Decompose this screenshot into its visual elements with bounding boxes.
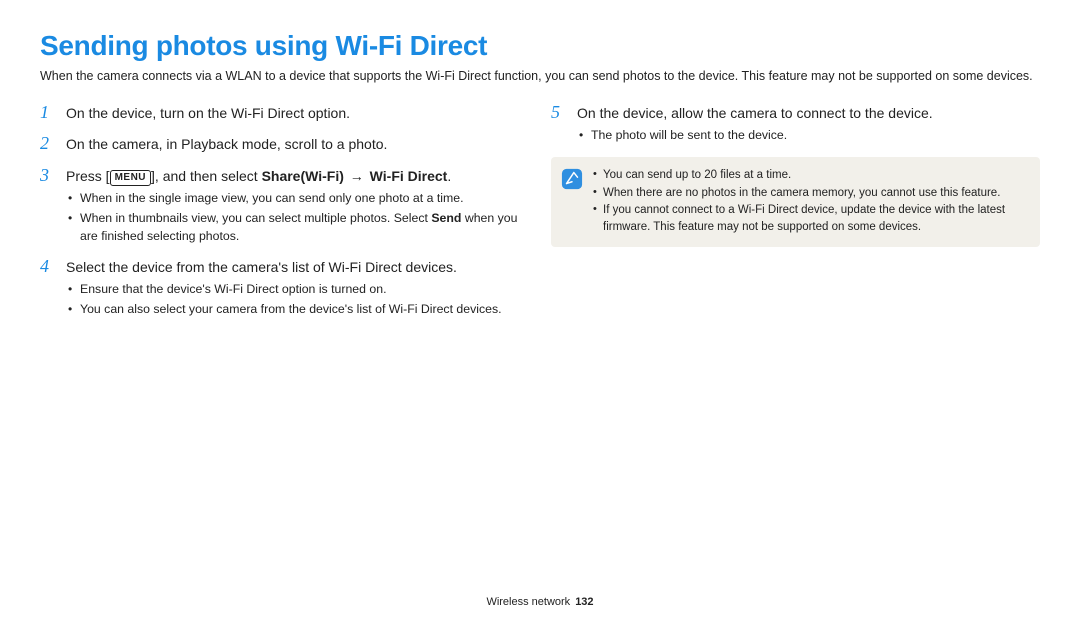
step-number: 5 xyxy=(551,102,567,123)
step-text: On the device, turn on the Wi-Fi Direct … xyxy=(66,104,350,124)
text-fragment: When in thumbnails view, you can select … xyxy=(80,211,431,225)
step-text: Press [MENU], and then select Share(Wi-F… xyxy=(66,167,451,187)
page-title: Sending photos using Wi-Fi Direct xyxy=(40,30,1040,62)
step-text: Select the device from the camera's list… xyxy=(66,258,457,278)
note-list: You can send up to 20 files at a time. W… xyxy=(593,167,1028,237)
list-item: The photo will be sent to the device. xyxy=(579,127,1040,145)
text-fragment: ], and then select xyxy=(151,168,262,184)
note-box: You can send up to 20 files at a time. W… xyxy=(551,157,1040,247)
step-sub-list: The photo will be sent to the device. xyxy=(579,127,1040,145)
bold-text: Wi-Fi Direct xyxy=(370,168,448,184)
page-number: 132 xyxy=(575,596,593,608)
text-fragment: Press [ xyxy=(66,168,110,184)
step-text: On the camera, in Playback mode, scroll … xyxy=(66,135,387,155)
list-item: You can send up to 20 files at a time. xyxy=(593,167,1028,184)
step-sub-list: Ensure that the device's Wi-Fi Direct op… xyxy=(68,281,529,319)
list-item: You can also select your camera from the… xyxy=(68,301,529,319)
page-footer: Wireless network 132 xyxy=(0,596,1080,608)
note-icon xyxy=(561,168,583,190)
list-item: Ensure that the device's Wi-Fi Direct op… xyxy=(68,281,529,299)
right-column: 5 On the device, allow the camera to con… xyxy=(551,102,1040,330)
step-number: 3 xyxy=(40,165,56,186)
step-3: 3 Press [MENU], and then select Share(Wi… xyxy=(40,165,529,246)
content-columns: 1 On the device, turn on the Wi-Fi Direc… xyxy=(40,102,1040,330)
list-item: When in thumbnails view, you can select … xyxy=(68,210,529,246)
list-item: When there are no photos in the camera m… xyxy=(593,185,1028,202)
footer-section: Wireless network xyxy=(486,596,570,608)
step-5: 5 On the device, allow the camera to con… xyxy=(551,102,1040,145)
text-fragment: . xyxy=(447,168,451,184)
left-column: 1 On the device, turn on the Wi-Fi Direc… xyxy=(40,102,529,330)
step-2: 2 On the camera, in Playback mode, scrol… xyxy=(40,133,529,155)
bold-text: Share(Wi-Fi) xyxy=(262,168,344,184)
step-4: 4 Select the device from the camera's li… xyxy=(40,256,529,319)
list-item: If you cannot connect to a Wi-Fi Direct … xyxy=(593,202,1028,235)
intro-paragraph: When the camera connects via a WLAN to a… xyxy=(40,68,1040,86)
step-number: 2 xyxy=(40,133,56,154)
step-number: 4 xyxy=(40,256,56,277)
bold-text: Send xyxy=(431,211,461,225)
step-number: 1 xyxy=(40,102,56,123)
step-sub-list: When in the single image view, you can s… xyxy=(68,190,529,245)
step-1: 1 On the device, turn on the Wi-Fi Direc… xyxy=(40,102,529,124)
menu-button-label: MENU xyxy=(110,170,151,186)
step-text: On the device, allow the camera to conne… xyxy=(577,104,933,124)
list-item: When in the single image view, you can s… xyxy=(68,190,529,208)
arrow-icon: → xyxy=(348,167,366,187)
